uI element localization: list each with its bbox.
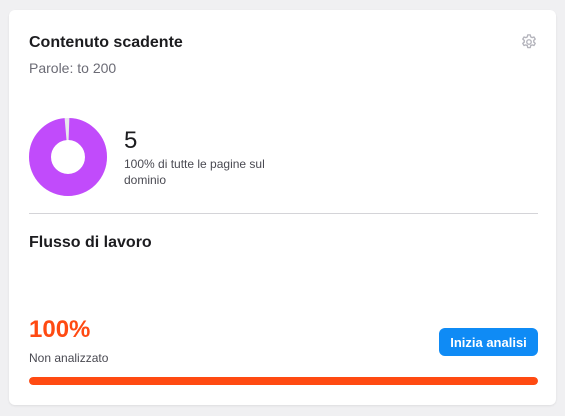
workflow-title: Flusso di lavoro	[29, 234, 152, 251]
gear-icon[interactable]	[520, 33, 538, 51]
content-card: Contenuto scadente Parole: to 200 5 100%…	[9, 10, 556, 405]
outdated-pages-count: 5	[124, 127, 138, 154]
start-analysis-button[interactable]: Inizia analisi	[439, 328, 538, 356]
workflow-percent: 100%	[29, 316, 91, 343]
widget-subtitle: Parole: to 200	[29, 60, 117, 76]
workflow-progress-fill	[29, 377, 538, 385]
pages-share-text: 100% di tutte le pagine sul dominio	[124, 157, 265, 187]
section-divider	[29, 213, 538, 214]
pages-donut-chart	[29, 118, 107, 196]
workflow-status: Non analizzato	[29, 351, 109, 365]
workflow-progress-bar	[29, 377, 538, 385]
widget-title: Contenuto scadente	[29, 34, 183, 51]
